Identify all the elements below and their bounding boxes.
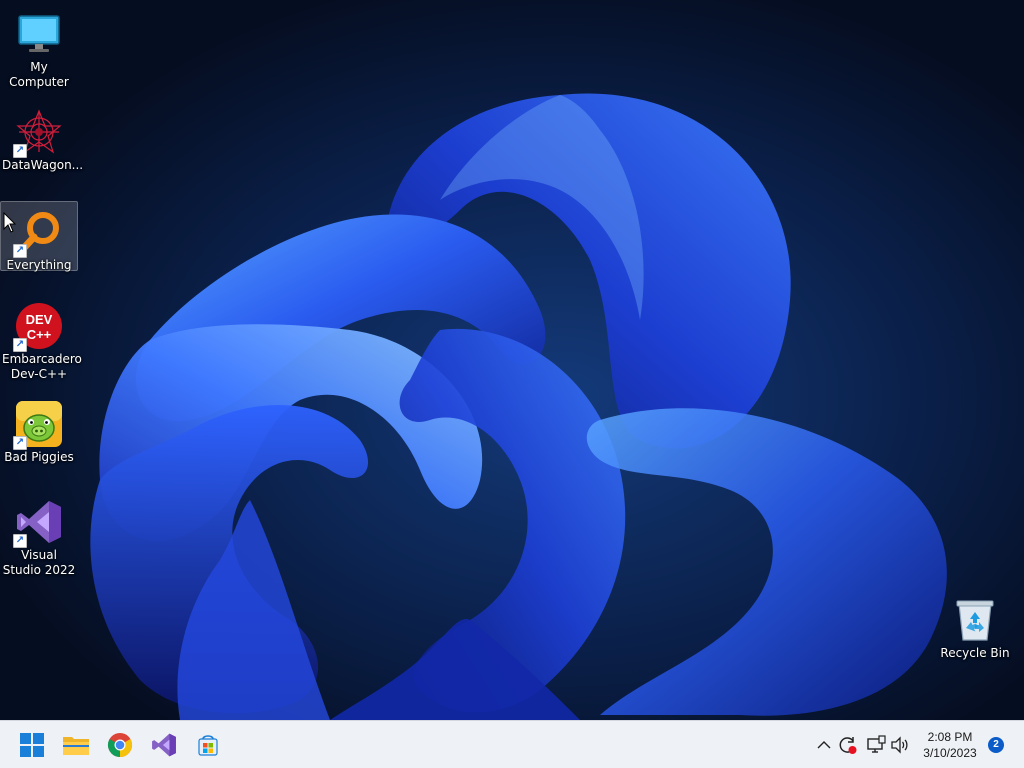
taskbar-visual-studio[interactable] (146, 727, 182, 763)
tray-update-button[interactable] (838, 735, 858, 755)
shortcut-arrow-icon: ↗ (13, 144, 27, 158)
taskbar: 2:08 PM 3/10/2023 2 (0, 720, 1024, 768)
tray-network-button[interactable] (866, 735, 886, 755)
shortcut-arrow-icon: ↗ (13, 534, 27, 548)
update-icon (839, 737, 857, 754)
tray-volume-button[interactable] (890, 735, 910, 755)
desktop-icon-label: Bad Piggies (4, 450, 74, 464)
notification-badge[interactable]: 2 (988, 737, 1004, 753)
taskbar-chrome[interactable] (102, 727, 138, 763)
bad-piggies-icon: ↗ (13, 400, 63, 450)
start-button[interactable] (14, 727, 50, 763)
mouse-cursor-icon (3, 212, 17, 233)
taskbar-clock[interactable]: 2:08 PM 3/10/2023 (914, 729, 986, 761)
desktop-icon-label: My Computer (9, 60, 69, 89)
monitor-icon (15, 10, 63, 58)
file-explorer-icon (63, 737, 89, 755)
taskbar-store[interactable] (190, 727, 226, 763)
volume-icon (891, 736, 908, 754)
devcpp-icon: DEV C++ ↗ (13, 302, 63, 352)
svg-text:DEV: DEV (26, 312, 53, 327)
visual-studio-icon: ↗ (13, 498, 63, 548)
show-hidden-icons-button[interactable] (814, 735, 834, 755)
recycle-bin-icon (951, 596, 999, 644)
clock-time: 2:08 PM (927, 730, 973, 744)
clock-date: 3/10/2023 (923, 746, 977, 760)
visual-studio-icon (152, 733, 176, 757)
store-icon (198, 735, 218, 756)
chevron-up-icon (817, 741, 831, 749)
chrome-icon (107, 733, 133, 757)
everything-search-icon: ↗ (13, 208, 63, 258)
desktop-icon-label: DataWagon... (2, 158, 84, 172)
start-icon (20, 733, 44, 757)
desktop-icon-devcpp[interactable]: DEV C++ ↗ Embarcadero Dev-C++ (0, 296, 82, 384)
shortcut-arrow-icon: ↗ (13, 338, 27, 352)
datawagon-icon: ↗ (13, 108, 63, 158)
shortcut-arrow-icon: ↗ (13, 436, 27, 450)
network-icon (867, 735, 886, 753)
desktop-icon-visual-studio[interactable]: ↗ Visual Studio 2022 (0, 492, 78, 580)
desktop-icon-datawagon[interactable]: ↗ DataWagon... (0, 102, 84, 180)
taskbar-file-explorer[interactable] (58, 727, 94, 763)
svg-text:C++: C++ (27, 327, 52, 342)
desktop-wallpaper (0, 0, 1024, 720)
desktop-icon-bad-piggies[interactable]: ↗ Bad Piggies (0, 394, 78, 466)
desktop-icon-my-computer[interactable]: My Computer (0, 4, 78, 89)
desktop-icon-recycle-bin[interactable]: Recycle Bin (936, 590, 1014, 662)
desktop-icon-label: Recycle Bin (940, 646, 1010, 660)
desktop-icon-label: Embarcadero Dev-C++ (2, 352, 82, 381)
desktop-icon-label: Everything (6, 258, 72, 272)
desktop-icon-label: Visual Studio 2022 (2, 548, 76, 577)
shortcut-arrow-icon: ↗ (13, 244, 27, 258)
